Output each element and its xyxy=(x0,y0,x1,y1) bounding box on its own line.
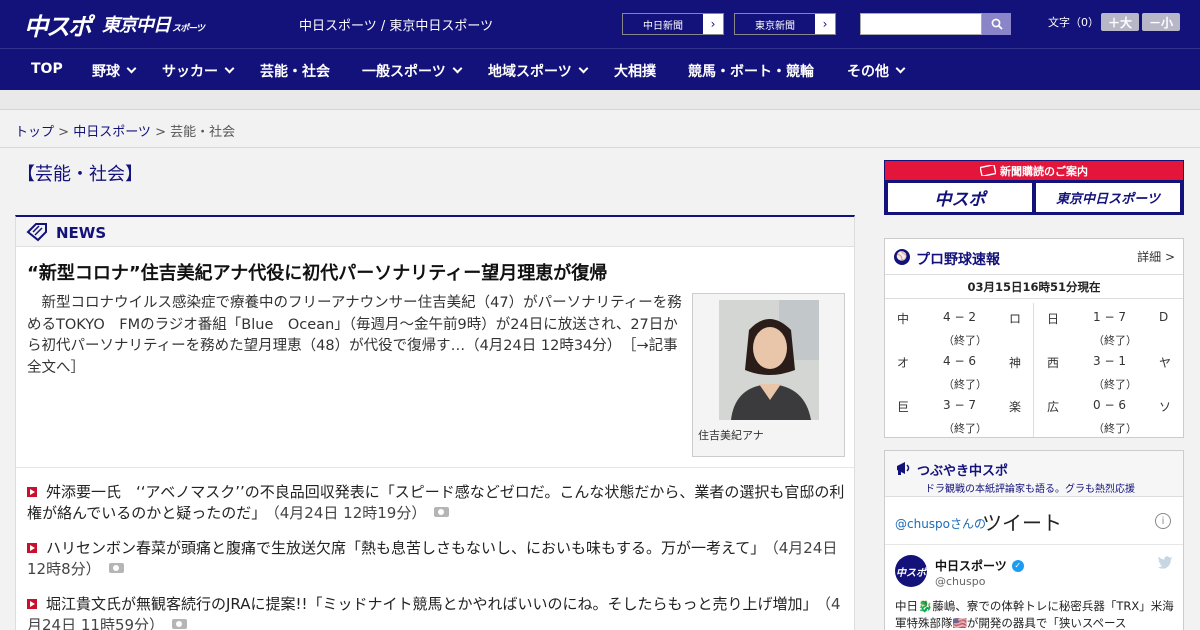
avatar[interactable]: 中スポ xyxy=(895,555,927,587)
game-row[interactable]: 広0 − 6 （終了）ソ xyxy=(1035,391,1184,435)
game-row[interactable]: 巨3 − 7 （終了）楽 xyxy=(885,391,1033,435)
breadcrumb-section-link[interactable]: 中日スポーツ xyxy=(73,125,151,140)
chevron-right-icon: › xyxy=(710,17,716,31)
lead-article-body: 新型コロナウイルス感染症で療養中のフリーアナウンサー住吉美紀（47）がパーソナリ… xyxy=(27,295,682,376)
main-nav: TOP 野球 サッカー 芸能・社会 一般スポーツ 地域スポーツ 大相撲 競馬・ボ… xyxy=(0,48,1200,90)
ticket-icon xyxy=(980,165,996,176)
news-header: NEWS xyxy=(16,217,854,247)
photo-caption: 住吉美紀アナ xyxy=(698,429,764,442)
tweets-heading: ツイート xyxy=(982,511,1062,535)
verified-badge-icon: ✓ xyxy=(1011,559,1024,572)
chevron-down-icon xyxy=(452,63,463,74)
baseball-title: プロ野球速報 xyxy=(916,252,1000,268)
bullet-arrow-icon xyxy=(27,543,37,553)
nav-item-racing[interactable]: 競馬・ボート・競輪 xyxy=(688,61,814,81)
nav-item-top[interactable]: TOP xyxy=(31,61,63,77)
subscribe-tokyo-chunichi-button[interactable]: 東京中日スポーツ xyxy=(1036,183,1180,212)
nav-item-general-sports[interactable]: 一般スポーツ xyxy=(362,61,463,81)
game-row[interactable]: オ4 − 6 （終了）神 xyxy=(885,347,1033,391)
subscription-banner: 新聞購読のご案内 中スポ 東京中日スポーツ xyxy=(884,160,1184,215)
chevron-down-icon xyxy=(895,63,906,74)
tweets-header: つぶやき中スポ ドラ観戦の本紙評論家も語る。グラも熱烈応援 xyxy=(885,451,1183,497)
camera-icon xyxy=(172,619,188,629)
lead-photo[interactable] xyxy=(719,300,819,420)
baseball-column-right: 日1 − 7 （終了） D 西3 − 1 （終了）ヤ 広0 − 6 （終了）ソ xyxy=(1035,303,1184,435)
nav-item-entertainment[interactable]: 芸能・社会 xyxy=(260,61,330,81)
logo-tokyo-chunichi: 東京中日 スポーツ xyxy=(102,15,205,36)
sub-bar xyxy=(0,90,1200,110)
tweet-screen-name[interactable]: @chuspo xyxy=(935,575,985,588)
info-icon[interactable]: i xyxy=(1155,513,1171,529)
nav-item-baseball[interactable]: 野球 xyxy=(92,61,137,81)
baseball-updated-time: 03月15日16時51分現在 xyxy=(885,275,1183,299)
font-size-label: 文字（0） xyxy=(1048,16,1099,29)
bullet-arrow-icon xyxy=(27,599,37,609)
nav-item-sumo[interactable]: 大相撲 xyxy=(614,61,656,81)
search-input[interactable] xyxy=(860,13,982,35)
chevron-down-icon xyxy=(224,63,235,74)
subscription-title[interactable]: 新聞購読のご案内 xyxy=(885,161,1183,180)
tokyo-shimbun-link[interactable]: 東京新聞 › xyxy=(734,13,836,35)
twitter-handle-link[interactable]: @chuspoさんの xyxy=(895,515,986,532)
lead-photo-box: 住吉美紀アナ xyxy=(692,293,845,457)
news-tag-icon xyxy=(26,223,47,242)
news-label: NEWS xyxy=(56,224,107,242)
camera-icon xyxy=(434,507,450,517)
baseball-detail-link[interactable]: 詳細 > xyxy=(1137,248,1175,265)
breadcrumb-top-link[interactable]: トップ xyxy=(15,125,54,140)
twitter-bird-icon[interactable] xyxy=(1157,555,1173,569)
nav-item-soccer[interactable]: サッカー xyxy=(162,61,235,81)
game-row[interactable]: 西3 − 1 （終了）ヤ xyxy=(1035,347,1184,391)
font-bigger-button[interactable]: ＋大 xyxy=(1101,13,1139,31)
top-header: 中スポ 東京中日 スポーツ 中日スポーツ / 東京中日スポーツ 中日新聞 › 東京… xyxy=(0,0,1200,48)
lead-article-title[interactable]: “新型コロナ”住吉美紀アナ代役に初代パーソナリティー望月理恵が復帰 xyxy=(27,259,847,285)
tweet-account-name[interactable]: 中日スポーツ ✓ xyxy=(935,557,1024,574)
baseball-header: ⚾ プロ野球速報 詳細 > xyxy=(885,239,1183,275)
game-row[interactable]: 中4 − 2 （終了）ロ xyxy=(885,303,1033,347)
tweets-subtitle: ドラ観戦の本紙評論家も語る。グラも熱烈応援 xyxy=(925,484,1135,495)
bullet-arrow-icon xyxy=(27,487,37,497)
game-row[interactable]: 日1 − 7 （終了） D xyxy=(1035,303,1184,347)
megaphone-icon xyxy=(897,462,910,475)
chevron-down-icon xyxy=(578,63,589,74)
tweet-text[interactable]: 中日🐉藤嶋、寮での体幹トレに秘密兵器「TRX」米海軍特殊部隊🇺🇸が開発の器具で「… xyxy=(895,598,1177,630)
nav-item-other[interactable]: その他 xyxy=(847,61,906,81)
chevron-right-icon: › xyxy=(822,17,828,31)
baseball-icon: ⚾ xyxy=(894,249,910,265)
breadcrumb-bar: トップ > 中日スポーツ > 芸能・社会 xyxy=(0,110,1200,148)
list-item[interactable]: ハリセンボン春菜が頭痛と腹痛で生放送欠席「熱も息苦しさもないし、においも味もする… xyxy=(27,538,847,580)
camera-icon xyxy=(108,563,124,573)
baseball-column-left: 中4 − 2 （終了）ロ オ4 − 6 （終了）神 巨3 − 7 （終了）楽 xyxy=(885,303,1034,437)
font-smaller-button[interactable]: －小 xyxy=(1142,13,1180,31)
nav-item-local-sports[interactable]: 地域スポーツ xyxy=(488,61,589,81)
site-logo[interactable]: 中スポ 東京中日 スポーツ xyxy=(24,8,205,41)
breadcrumb: トップ > 中日スポーツ > 芸能・社会 xyxy=(15,125,236,140)
divider xyxy=(16,467,854,468)
tweets-title: つぶやき中スポ xyxy=(917,464,1009,479)
chunichi-shimbun-link[interactable]: 中日新聞 › xyxy=(622,13,724,35)
list-item[interactable]: 舛添要一氏 ‘‘アベノマスク’’の不良品回収発表に「スピード感などゼロだ。こんな… xyxy=(27,482,847,524)
news-list: 舛添要一氏 ‘‘アベノマスク’’の不良品回収発表に「スピード感などゼロだ。こんな… xyxy=(27,482,847,630)
person-photo-icon xyxy=(719,300,819,420)
breadcrumb-current: 芸能・社会 xyxy=(170,125,236,140)
page-title: 【芸能・社会】 xyxy=(17,164,143,185)
logo-chuspo: 中スポ xyxy=(24,12,92,41)
site-names: 中日スポーツ / 東京中日スポーツ xyxy=(299,19,494,34)
baseball-scores: ⚾ プロ野球速報 詳細 > 03月15日16時51分現在 中4 − 2 （終了）ロ… xyxy=(884,238,1184,438)
search-icon xyxy=(991,18,1003,30)
search-button[interactable] xyxy=(982,13,1011,35)
chevron-down-icon xyxy=(126,63,137,74)
tweets-widget: つぶやき中スポ ドラ観戦の本紙評論家も語る。グラも熱烈応援 @chuspoさんの… xyxy=(884,450,1184,630)
subscribe-chuspo-button[interactable]: 中スポ xyxy=(888,183,1032,212)
news-panel: NEWS “新型コロナ”住吉美紀アナ代役に初代パーソナリティー望月理恵が復帰 新… xyxy=(15,215,855,630)
list-item[interactable]: 堀江貴文氏が無観客続行のJRAに提案!!「ミッドナイト競馬とかやればいいのにね。… xyxy=(27,594,847,630)
tweets-timeline-header: @chuspoさんの ツイート i xyxy=(885,497,1183,545)
